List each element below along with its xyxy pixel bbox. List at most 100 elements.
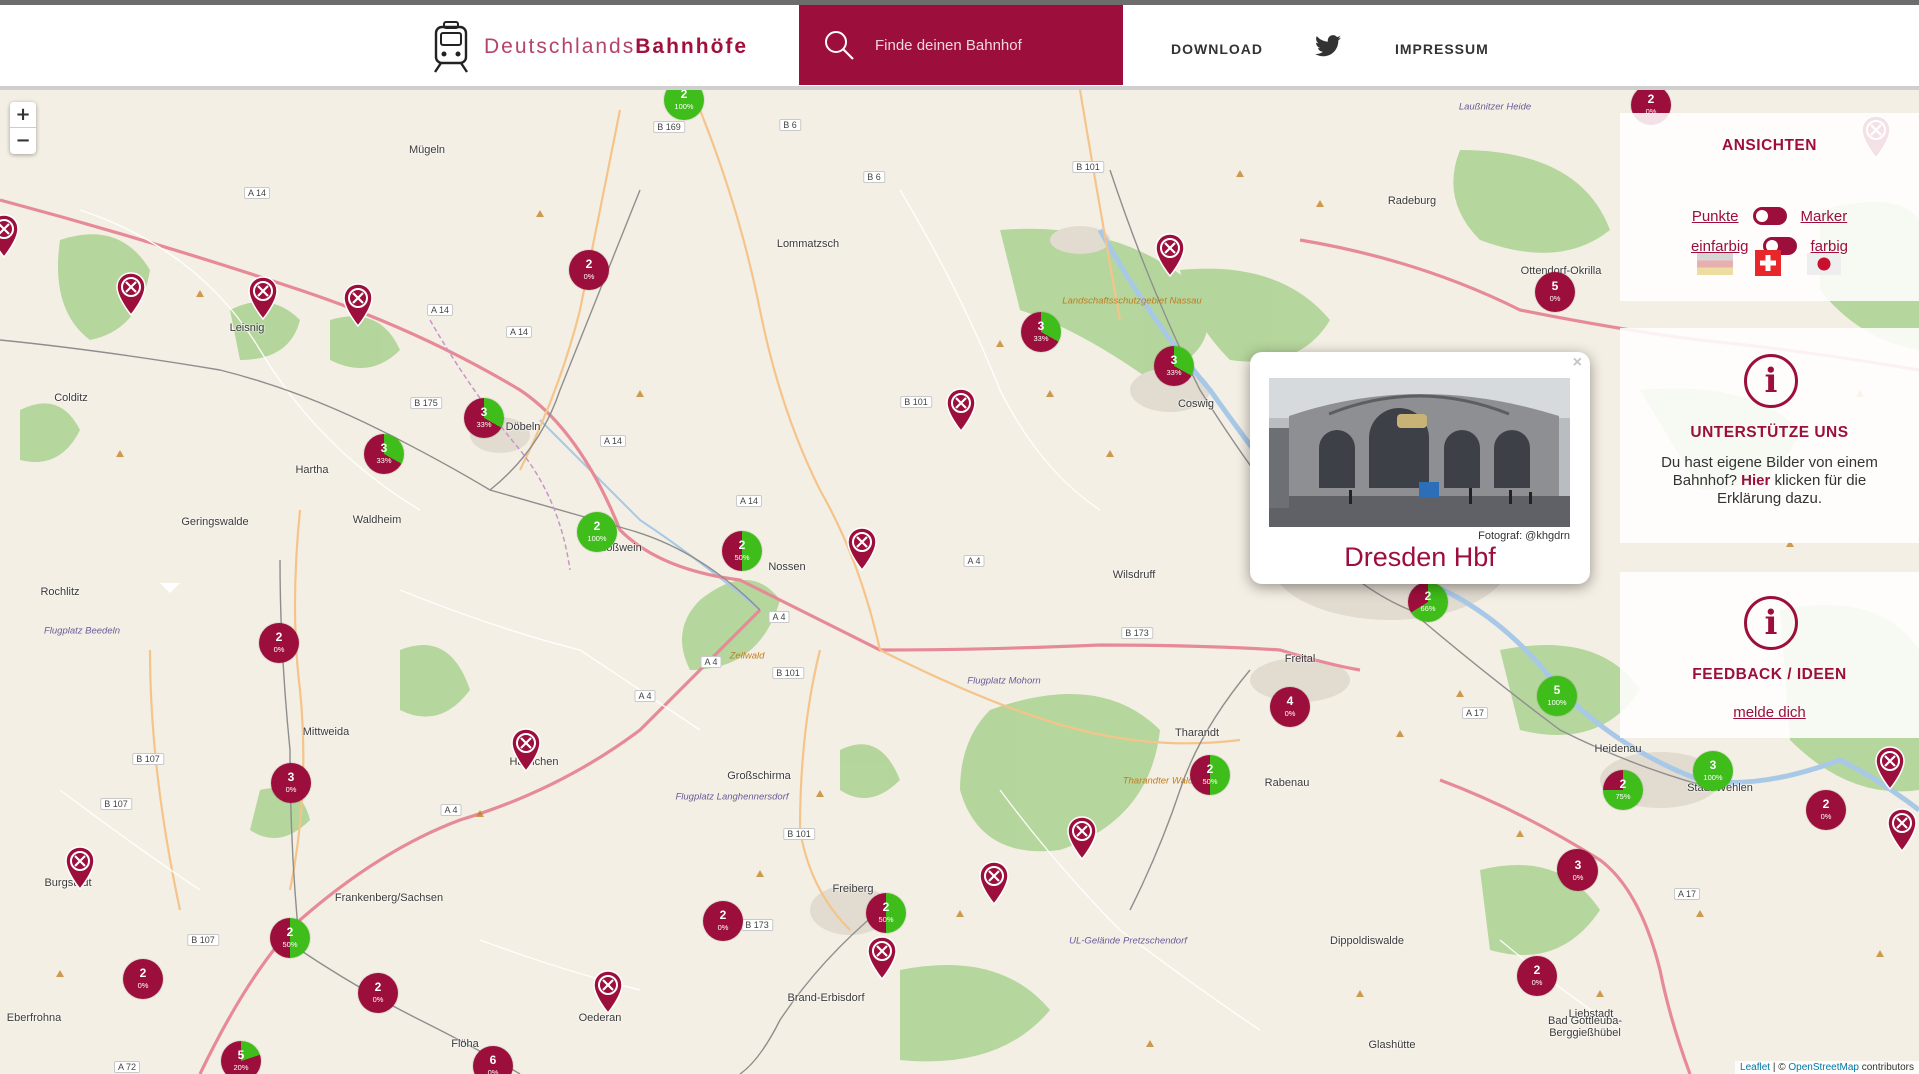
place-label: Leisnig xyxy=(229,322,265,334)
logo-text: DeutschlandsBahnhöfe xyxy=(484,35,748,59)
cluster-count: 3 xyxy=(1574,858,1582,872)
station-cluster[interactable]: 5 100% xyxy=(1537,676,1577,716)
leaflet-link[interactable]: Leaflet xyxy=(1740,1062,1770,1073)
toggle-marker-label[interactable]: Marker xyxy=(1801,208,1848,225)
road-label: A 4 xyxy=(634,690,656,702)
station-pin-no-photo[interactable] xyxy=(65,846,95,890)
station-photo[interactable] xyxy=(1269,378,1570,527)
cluster-count: 3 xyxy=(1037,319,1045,333)
flag-switzerland-icon[interactable] xyxy=(1755,250,1781,276)
place-label: Heidenau xyxy=(1594,743,1642,755)
station-cluster[interactable]: 3 33% xyxy=(464,398,504,438)
station-pin-no-photo[interactable] xyxy=(979,861,1009,905)
station-pin-no-photo[interactable] xyxy=(867,936,897,980)
station-pin-no-photo[interactable] xyxy=(343,283,373,327)
station-pin-no-photo[interactable] xyxy=(946,388,976,432)
station-cluster[interactable]: 5 0% xyxy=(1535,272,1575,312)
cluster-percent: 0% xyxy=(1572,873,1584,882)
station-pin-no-photo[interactable] xyxy=(847,527,877,571)
station-cluster[interactable]: 2 0% xyxy=(358,973,398,1013)
cluster-count: 2 xyxy=(1533,963,1541,977)
support-here-link[interactable]: Hier xyxy=(1741,472,1770,489)
support-text-after: klicken für die Erklärung dazu. xyxy=(1716,472,1867,507)
area-label: UL-Gelände Pretzschendorf xyxy=(1069,935,1187,947)
nav-download-link[interactable]: DOWNLOAD xyxy=(1171,41,1263,57)
cluster-count: 2 xyxy=(374,980,382,994)
cluster-percent: 0% xyxy=(1531,978,1543,987)
station-cluster[interactable]: 2 75% xyxy=(1603,770,1643,810)
site-logo[interactable]: DeutschlandsBahnhöfe xyxy=(432,19,748,75)
station-pin-no-photo[interactable] xyxy=(116,272,146,316)
station-pin-no-photo[interactable] xyxy=(1875,746,1905,790)
station-pin-no-photo[interactable] xyxy=(0,214,19,258)
station-cluster[interactable]: 2 0% xyxy=(703,901,743,941)
station-cluster[interactable]: 4 0% xyxy=(1270,687,1310,727)
station-cluster[interactable]: 2 0% xyxy=(259,623,299,663)
search-input[interactable] xyxy=(875,36,1105,54)
cluster-percent: 0% xyxy=(372,995,384,1004)
station-cluster[interactable]: 2 100% xyxy=(577,512,617,552)
cluster-count: 2 xyxy=(585,257,593,271)
nav-impressum-link[interactable]: IMPRESSUM xyxy=(1395,41,1489,57)
cluster-percent: 66% xyxy=(1420,604,1436,613)
station-cluster[interactable]: 30% xyxy=(271,763,311,803)
station-cluster[interactable]: 3 100% xyxy=(1693,751,1733,791)
road-label: A 4 xyxy=(440,804,462,816)
area-label: Tharandter Wald xyxy=(1122,775,1194,787)
place-label: Nossen xyxy=(768,561,806,573)
toggle-colored-label[interactable]: farbig xyxy=(1811,238,1849,255)
station-pin-no-photo[interactable] xyxy=(1155,233,1185,277)
cluster-count: 2 xyxy=(1619,777,1627,791)
station-title-link[interactable]: Dresden Hbf xyxy=(1250,542,1590,573)
twitter-icon[interactable] xyxy=(1315,35,1341,57)
search-icon[interactable] xyxy=(823,29,855,61)
cluster-percent: 0% xyxy=(273,645,285,654)
road-label: A 14 xyxy=(505,326,533,338)
zoom-out-button[interactable]: − xyxy=(10,128,36,154)
feedback-link[interactable]: melde dich xyxy=(1620,704,1919,721)
top-navbar: DeutschlandsBahnhöfe DOWNLOAD IMPRESSUM xyxy=(0,0,1919,90)
station-cluster[interactable]: 2 0% xyxy=(1806,790,1846,830)
place-label: Mügeln xyxy=(408,144,446,156)
station-cluster[interactable]: 2 50% xyxy=(1190,755,1230,795)
station-pin-no-photo[interactable] xyxy=(1067,816,1097,860)
station-cluster[interactable]: 2 0% xyxy=(1517,956,1557,996)
osm-link[interactable]: OpenStreetMap xyxy=(1788,1062,1859,1073)
station-cluster[interactable]: 2 50% xyxy=(722,531,762,571)
cluster-count: 2 xyxy=(593,519,601,533)
cluster-count: 6 xyxy=(489,1053,497,1067)
station-cluster[interactable]: 2 50% xyxy=(866,893,906,933)
station-cluster[interactable]: 30% xyxy=(1558,851,1598,891)
cluster-count: 2 xyxy=(1822,797,1830,811)
station-pin-no-photo[interactable] xyxy=(511,728,541,772)
station-cluster[interactable]: 3 33% xyxy=(1021,312,1061,352)
station-cluster[interactable]: 5 20% xyxy=(221,1041,261,1074)
station-pin-no-photo[interactable] xyxy=(248,276,278,320)
flag-germany-icon[interactable] xyxy=(1697,253,1733,275)
points-marker-switch[interactable] xyxy=(1752,207,1787,225)
popup-close-button[interactable]: × xyxy=(1573,354,1582,372)
toggle-monochrome-label[interactable]: einfarbig xyxy=(1691,238,1749,255)
cluster-percent: 0% xyxy=(1284,709,1296,718)
area-label: Landschaftsschutzgebiet Nassau xyxy=(1062,295,1202,307)
map-view[interactable]: Mügeln Lommatzsch Radeburg Leisnig Coldi… xyxy=(0,90,1919,1074)
views-panel: ANSICHTEN Punkte Marker einfarbig farbig xyxy=(1620,113,1919,301)
station-cluster[interactable]: 2 0% xyxy=(123,959,163,999)
station-cluster[interactable]: 2 66% xyxy=(1408,582,1448,622)
station-cluster[interactable]: 2 50% xyxy=(270,918,310,958)
station-pin-no-photo[interactable] xyxy=(593,970,623,1014)
logo-text-bold: Bahnhöfe xyxy=(635,35,749,58)
flag-japan-icon[interactable] xyxy=(1807,253,1841,275)
place-label: Hartha xyxy=(295,464,329,476)
station-pin-no-photo[interactable] xyxy=(1887,808,1917,852)
station-cluster[interactable]: 3 33% xyxy=(1154,346,1194,386)
road-label: B 101 xyxy=(900,396,932,408)
station-cluster[interactable]: 3 33% xyxy=(364,434,404,474)
toggle-points-label[interactable]: Punkte xyxy=(1692,208,1739,225)
place-label: Dippoldiswalde xyxy=(1330,935,1404,947)
zoom-in-button[interactable]: + xyxy=(10,102,36,128)
cluster-count: 5 xyxy=(237,1048,245,1062)
station-cluster[interactable]: 2 0% xyxy=(569,250,609,290)
place-label: Bad Gottleuba-Berggießhübel xyxy=(1548,1015,1622,1039)
road-label: A 14 xyxy=(599,435,627,447)
